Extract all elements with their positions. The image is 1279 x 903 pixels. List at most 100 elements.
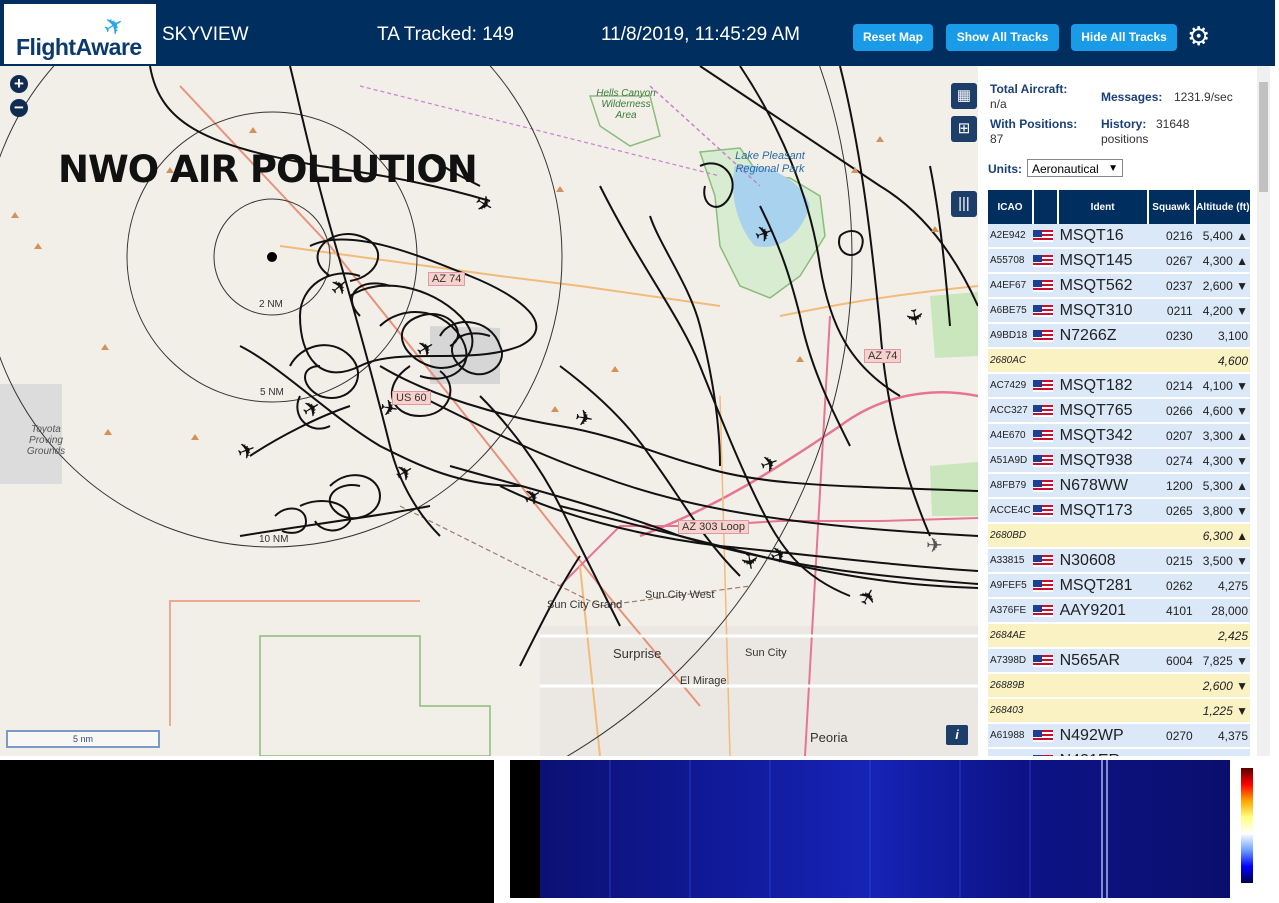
svg-text:✈: ✈ — [926, 535, 943, 557]
ring-label-10nm: 10 NM — [259, 534, 289, 545]
waterfall-noise — [609, 760, 1108, 898]
svg-text:✈: ✈ — [573, 405, 595, 433]
label-us60: US 60 — [392, 391, 431, 405]
table-row[interactable]: A51A9D MSQT938 0274 4,300 ▼ — [988, 448, 1250, 474]
cell-ident: MSQT173 — [1057, 498, 1148, 524]
show-all-tracks-button[interactable]: Show All Tracks — [946, 24, 1059, 51]
cell-altitude: 4,600 — [1194, 348, 1250, 374]
zoom-out-button[interactable]: − — [10, 99, 28, 117]
col-altitude[interactable]: Altitude (ft) — [1194, 190, 1250, 224]
table-row[interactable]: A7398D N565AR 6004 7,825 ▼ — [988, 648, 1250, 674]
table-row[interactable]: A6BE75 MSQT310 0211 4,200 ▼ — [988, 298, 1250, 324]
hide-all-tracks-button[interactable]: Hide All Tracks — [1071, 24, 1177, 51]
table-row[interactable]: A4EF67 MSQT562 0237 2,600 ▼ — [988, 273, 1250, 299]
cell-altitude: 4,100 ▼ — [1194, 373, 1250, 399]
cell-ident: MSQT281 — [1057, 573, 1148, 599]
us-flag-icon — [1033, 655, 1054, 668]
label-lake-pleasant: Lake Pleasant Regional Park — [735, 150, 805, 175]
flag-icon — [1033, 648, 1058, 674]
overlay-title: NWO AIR POLLUTION — [58, 148, 478, 191]
table-row[interactable]: A61988 N492WP 0270 4,375 — [988, 723, 1250, 749]
us-flag-icon — [1033, 305, 1054, 318]
with-positions-label: With Positions: — [990, 117, 1078, 131]
col-squawk[interactable]: Squawk — [1147, 190, 1196, 224]
flag-icon — [1033, 224, 1058, 249]
gear-icon[interactable]: ⚙ — [1187, 21, 1210, 52]
with-positions-value: 87 — [990, 132, 1004, 146]
flightaware-logo[interactable]: FlightAware ✈ — [4, 4, 156, 64]
panel-scroll-thumb[interactable] — [1259, 82, 1268, 192]
cell-icao: A4FECA — [988, 748, 1034, 756]
cell-icao: 2680AC — [988, 348, 1034, 374]
cell-icao: A8FB79 — [988, 473, 1034, 499]
cell-squawk — [1147, 673, 1195, 699]
us-flag-icon — [1033, 330, 1054, 343]
flag-icon — [1033, 723, 1058, 749]
cell-altitude: 2,425 — [1194, 623, 1250, 649]
table-row[interactable]: 26889B 2,600 ▼ — [988, 673, 1250, 699]
info-button[interactable]: i — [946, 725, 968, 745]
table-row[interactable]: A9BD18 N7266Z 0230 3,100 — [988, 323, 1250, 349]
history-value: 31648 — [1156, 117, 1190, 131]
table-row[interactable]: A9FEF5 MSQT281 0262 4,275 — [988, 573, 1250, 599]
cell-ident: N565AR — [1057, 648, 1148, 674]
cell-icao: A9BD18 — [988, 323, 1034, 349]
cell-squawk: 0216 — [1147, 224, 1195, 249]
col-ident[interactable]: Ident — [1057, 190, 1149, 224]
units-select[interactable]: Aeronautical ▼ — [1027, 159, 1123, 177]
map-view[interactable]: ✈ ✈ ✈ ✈ ✈ ✈ ✈ ✈ ✈ ✈ ✈ ✈ ✈ ✈ ✈ ✈ + − ▦ ⊞ … — [0, 66, 978, 756]
reset-map-button[interactable]: Reset Map — [853, 24, 933, 51]
table-row[interactable]: A8FB79 N678WW 1200 5,300 ▲ — [988, 473, 1250, 499]
table-row[interactable]: 2684AE 2,425 — [988, 623, 1250, 649]
cell-altitude: 5,300 ▲ — [1194, 473, 1250, 499]
table-row[interactable]: A376FE AAY9201 4101 28,000 — [988, 598, 1250, 624]
cell-altitude: 4,600 ▼ — [1194, 398, 1250, 424]
us-flag-icon — [1033, 455, 1054, 468]
table-row[interactable]: 268403 1,225 ▼ — [988, 698, 1250, 724]
label-sun-city-grand: Sun City Grand — [547, 599, 623, 611]
us-flag-icon — [1033, 730, 1054, 743]
cell-squawk: 0215 — [1147, 548, 1195, 574]
cell-icao: ACC327 — [988, 398, 1034, 424]
table-row[interactable]: A4E670 MSQT342 0207 3,300 ▲ — [988, 423, 1250, 449]
label-surprise: Surprise — [613, 646, 662, 661]
cell-ident — [1057, 673, 1148, 699]
table-row[interactable]: A55708 MSQT145 0267 4,300 ▲ — [988, 248, 1250, 274]
cell-squawk — [1147, 698, 1195, 724]
table-row[interactable]: ACC327 MSQT765 0266 4,600 ▼ — [988, 398, 1250, 424]
cell-altitude: 1,225 ▼ — [1194, 698, 1250, 724]
cell-squawk — [1147, 748, 1195, 756]
flag-icon — [1033, 423, 1058, 449]
flag-icon — [1033, 748, 1058, 756]
app-name: SKYVIEW — [162, 24, 249, 45]
aircraft-table-body: A2E942 MSQT16 0216 5,400 ▲ A55708 MSQT145 0267… — [988, 224, 1250, 756]
cell-ident: N678WW — [1057, 473, 1148, 499]
table-row[interactable]: A2E942 MSQT16 0216 5,400 ▲ — [988, 224, 1250, 249]
label-toyota: Toyota Proving Grounds — [26, 424, 66, 457]
cell-icao: 26889B — [988, 673, 1034, 699]
ring-label-5nm: 5 NM — [260, 387, 284, 398]
table-row[interactable]: A33815 N30608 0215 3,500 ▼ — [988, 548, 1250, 574]
grid-icon[interactable]: ⊞ — [951, 116, 977, 142]
cell-altitude: 5,400 ▲ — [1194, 224, 1250, 249]
label-az74-b: AZ 74 — [864, 349, 902, 363]
label-hells-canyon: Hells Canyon Wilderness Area — [596, 88, 656, 121]
svg-text:✈: ✈ — [234, 437, 260, 467]
table-row[interactable]: 2680AC 4,600 — [988, 348, 1250, 374]
table-row[interactable]: AC7429 MSQT182 0214 4,100 ▼ — [988, 373, 1250, 399]
cell-ident — [1057, 348, 1148, 374]
table-row[interactable]: 2680BD 6,300 ▲ — [988, 523, 1250, 549]
label-az303: AZ 303 Loop — [678, 520, 749, 534]
ring-label-2nm: 2 NM — [259, 299, 283, 310]
label-el-mirage: El Mirage — [680, 675, 727, 687]
col-icao[interactable]: ICAO — [988, 190, 1035, 224]
flag-icon — [1033, 348, 1058, 374]
columns-icon[interactable]: ||| — [951, 191, 977, 217]
zoom-in-button[interactable]: + — [10, 75, 28, 93]
map-layers-icon[interactable]: ▦ — [951, 83, 977, 109]
table-row[interactable]: A4FECA N421ER 7,300 ▲ — [988, 748, 1250, 756]
table-row[interactable]: ACCE4C MSQT173 0265 3,800 ▼ — [988, 498, 1250, 524]
total-aircraft-value: n/a — [990, 97, 1007, 111]
cell-icao: A51A9D — [988, 448, 1034, 474]
col-flag[interactable] — [1033, 190, 1059, 224]
